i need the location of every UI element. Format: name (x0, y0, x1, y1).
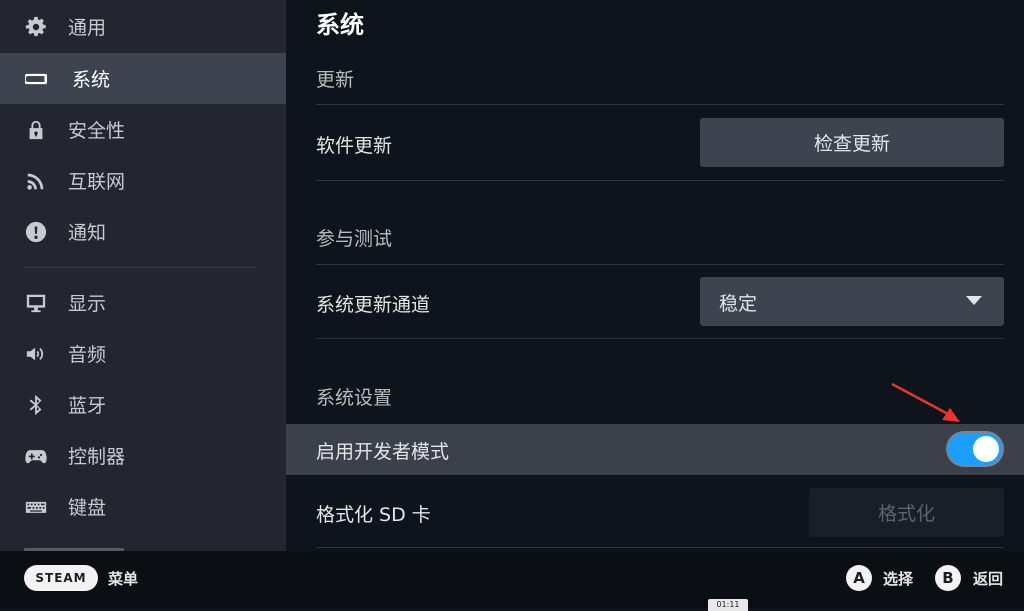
sidebar-item-notifications[interactable]: 通知 (0, 206, 286, 257)
developer-mode-row[interactable]: 启用开发者模式 (286, 424, 1024, 475)
check-update-button[interactable]: 检查更新 (700, 118, 1004, 167)
sidebar-item-label: 键盘 (68, 497, 107, 519)
lock-icon (24, 118, 48, 142)
update-channel-label: 系统更新通道 (316, 294, 431, 316)
system-device-icon (24, 67, 48, 91)
sidebar-item-label: 蓝牙 (68, 395, 107, 417)
keyboard-icon (24, 495, 48, 519)
settings-sidebar: 通用 系统 安全性 互联网 通知 显示 音频 蓝牙 控制器 键盘 (0, 0, 286, 551)
sidebar-item-general[interactable]: 通用 (0, 1, 286, 52)
software-update-label: 软件更新 (316, 135, 393, 157)
sidebar-item-system[interactable]: 系统 (0, 53, 286, 104)
sidebar-item-security[interactable]: 安全性 (0, 104, 286, 155)
sidebar-item-label: 控制器 (68, 446, 126, 468)
sidebar-item-label: 音频 (68, 344, 107, 366)
footer-bar: STEAM 菜单 A 选择 B 返回 01:11 (0, 551, 1024, 611)
steam-button[interactable]: STEAM (24, 565, 98, 591)
dropdown-value: 稳定 (719, 293, 758, 315)
a-button-icon[interactable]: A (846, 565, 872, 591)
gamepad-icon (24, 444, 48, 468)
toggle-knob (973, 436, 999, 462)
speaker-icon (24, 342, 48, 366)
sidebar-item-label: 安全性 (68, 120, 126, 142)
b-button-icon[interactable]: B (935, 565, 961, 591)
sidebar-item-label: 通用 (68, 17, 107, 39)
format-sd-label: 格式化 SD 卡 (316, 504, 431, 526)
gear-icon (24, 15, 48, 39)
chevron-down-icon (966, 296, 982, 305)
divider (316, 104, 1004, 105)
sidebar-divider (24, 267, 257, 268)
page-title: 系统 (316, 11, 364, 39)
alert-icon (24, 220, 48, 244)
annotation-arrow-icon (891, 382, 960, 422)
wifi-icon (24, 169, 48, 193)
format-button[interactable]: 格式化 (809, 488, 1004, 537)
monitor-icon (24, 291, 48, 315)
divider (316, 180, 1004, 181)
sidebar-item-label: 系统 (72, 69, 111, 91)
sidebar-item-internet[interactable]: 互联网 (0, 155, 286, 206)
sidebar-item-label: 互联网 (68, 171, 126, 193)
sidebar-item-label: 显示 (68, 293, 107, 315)
update-channel-dropdown[interactable]: 稳定 (700, 277, 1004, 326)
select-label: 选择 (883, 570, 914, 588)
section-heading-system-settings: 系统设置 (316, 387, 393, 409)
divider (316, 264, 1004, 265)
sidebar-item-display[interactable]: 显示 (0, 277, 286, 328)
sidebar-item-controller[interactable]: 控制器 (0, 430, 286, 481)
divider (316, 547, 1004, 548)
section-heading-beta: 参与测试 (316, 228, 393, 250)
developer-mode-toggle[interactable] (948, 433, 1002, 465)
sidebar-item-bluetooth[interactable]: 蓝牙 (0, 379, 286, 430)
back-label: 返回 (973, 570, 1004, 588)
sidebar-item-label: 通知 (68, 222, 107, 244)
settings-content: 系统 更新 软件更新 检查更新 参与测试 系统更新通道 稳定 系统设置 启用开发… (286, 0, 1024, 551)
divider (316, 338, 1004, 339)
developer-mode-label: 启用开发者模式 (316, 441, 450, 463)
menu-label: 菜单 (108, 570, 139, 588)
sidebar-overflow-item (24, 543, 144, 551)
sidebar-item-audio[interactable]: 音频 (0, 328, 286, 379)
clock: 01:11 (708, 599, 748, 611)
sidebar-item-keyboard[interactable]: 键盘 (0, 481, 286, 532)
bluetooth-icon (24, 393, 48, 417)
section-heading-update: 更新 (316, 69, 355, 91)
